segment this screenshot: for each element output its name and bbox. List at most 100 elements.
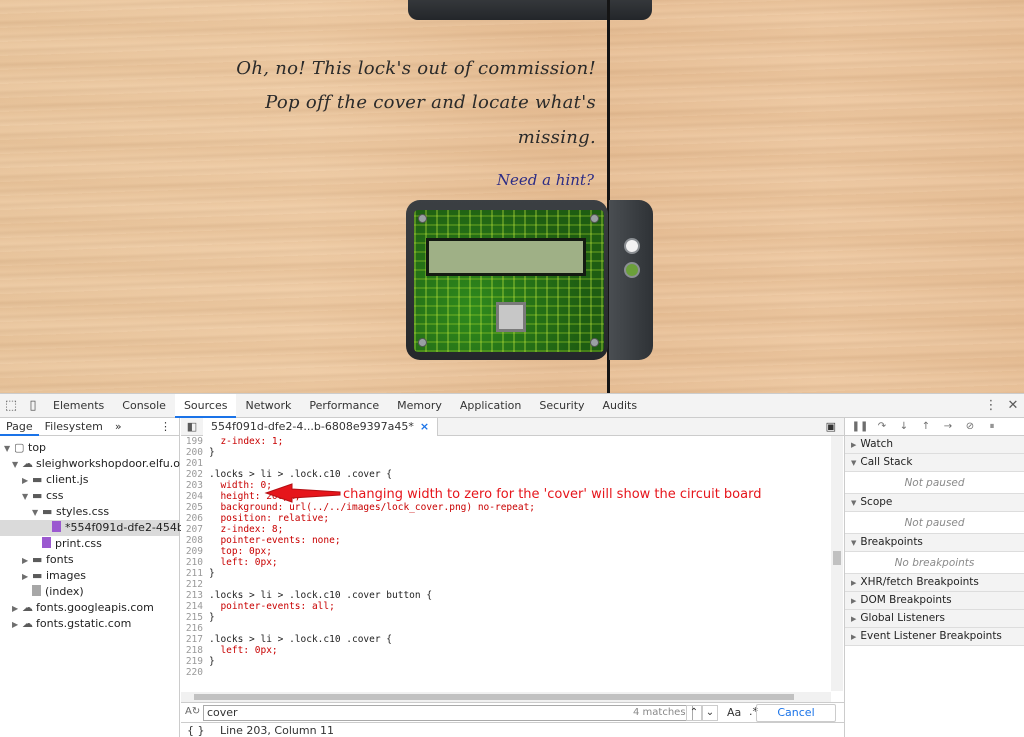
tree-item-styles-css[interactable]: ▼ ▬ styles.css [32,504,109,520]
tab-performance[interactable]: Performance [300,394,388,418]
line-number: 220 [185,667,203,678]
tree-item-gstatic[interactable]: ▶ ☁ fonts.gstatic.com [12,616,131,632]
close-tab-icon[interactable]: × [420,420,429,433]
tree-item-selected-file[interactable]: *554f091d-dfe2-454b-836 [0,520,209,536]
code-line: } [209,612,215,623]
code-line: } [209,447,215,458]
code-line: .locks > li > .lock.c10 .cover { [209,634,393,645]
breakpoints-status: No breakpoints [845,552,1024,574]
more-tabs-icon[interactable]: » [109,418,128,436]
tree-item-googleapis[interactable]: ▶ ☁ fonts.googleapis.com [12,600,154,616]
tab-console[interactable]: Console [113,394,175,418]
tab-sources[interactable]: Sources [174,393,237,418]
tab-audits[interactable]: Audits [594,394,647,418]
code-line: background: url(../../images/lock_cover.… [209,502,536,513]
folder-icon: ▬ [32,553,43,566]
unlock-button[interactable] [496,302,526,332]
search-next-icon[interactable]: ⌄ [702,705,718,721]
line-number: 214 [185,601,203,612]
cancel-search-button[interactable]: Cancel [756,704,836,722]
line-number: 213 [185,590,203,601]
tab-application[interactable]: Application [451,394,530,418]
search-prev-icon[interactable]: ⌃ [686,705,702,721]
inspect-icon[interactable]: ⬚ [0,394,22,418]
code-line: } [209,568,215,579]
search-input[interactable]: cover [203,705,693,721]
pause-icon[interactable]: ❚❚ [849,421,871,432]
code-line: top: 0px; [209,546,272,557]
tab-memory[interactable]: Memory [388,394,451,418]
lock-message-line-2: Pop off the cover and locate what's [265,92,596,113]
tree-item-print-css[interactable]: print.css [42,536,102,552]
section-event-listener-breakpoints[interactable]: ▶ Event Listener Breakpoints [845,628,1024,646]
code-line: .locks > li > .lock.c10 .cover button { [209,590,433,601]
tab-security[interactable]: Security [530,394,593,418]
nav-tab-page[interactable]: Page [0,418,39,436]
pause-exceptions-icon[interactable]: ⏸ [981,421,1003,432]
section-call-stack[interactable]: ▼ Call Stack [845,454,1024,472]
cloud-icon: ☁ [22,601,33,614]
folder-icon: ▬ [42,505,53,518]
more-options-icon[interactable]: ⋮ [980,394,1002,418]
section-breakpoints[interactable]: ▼ Breakpoints [845,534,1024,552]
tree-item-top[interactable]: ▼ ▢ top [4,440,46,456]
editor-vertical-scrollbar[interactable] [831,436,843,691]
devtools-tabbar: ⬚ ▯ Elements Console Sources Network Per… [0,393,1024,418]
led-green-indicator [624,262,640,278]
step-icon[interactable]: → [937,421,959,432]
nav-tab-filesystem[interactable]: Filesystem [39,418,109,436]
tree-item-index[interactable]: (index) [32,584,84,600]
close-icon[interactable]: ✕ [1002,394,1024,418]
line-number: 210 [185,557,203,568]
section-scope[interactable]: ▼ Scope [845,494,1024,512]
line-number: 205 [185,502,203,513]
code-area[interactable]: 199 z-index: 1; 200 } 201 202 .locks > l… [181,436,831,691]
tab-network[interactable]: Network [236,394,300,418]
toggle-debugger-icon[interactable]: ▣ [826,420,844,433]
line-number: 209 [185,546,203,557]
line-number: 219 [185,656,203,667]
section-global-listeners[interactable]: ▶ Global Listeners [845,610,1024,628]
lcd-display [426,238,586,276]
code-line: pointer-events: all; [209,601,335,612]
step-over-icon[interactable]: ↷ [871,421,893,432]
tree-item-client-js[interactable]: ▶ ▬ client.js [22,472,89,488]
replace-toggle-icon[interactable]: A↻ [185,706,200,717]
tree-item-css[interactable]: ▼ ▬ css [22,488,64,504]
editor-horizontal-scrollbar[interactable] [181,692,831,702]
line-number: 204 [185,491,203,502]
tree-item-fonts[interactable]: ▶ ▬ fonts [22,552,74,568]
step-out-icon[interactable]: ↑ [915,421,937,432]
more-options-icon[interactable]: ⋮ [160,420,179,433]
deactivate-breakpoints-icon[interactable]: ⊘ [959,421,981,432]
tab-elements[interactable]: Elements [44,394,113,418]
format-icon[interactable]: { } [187,724,205,737]
section-watch[interactable]: ▶ Watch [845,436,1024,454]
code-line: z-index: 8; [209,524,284,535]
search-bar: A↻ cover 4 matches ⌃ ⌄ Aa .* Cancel [181,702,844,722]
file-icon [32,585,41,596]
lock-message-line-1: Oh, no! This lock's out of commission! [236,58,596,79]
cursor-position: Line 203, Column 11 [220,724,335,737]
file-navigator: Page Filesystem » ⋮ ▼ ▢ top ▼ ☁ sleighworksh… [0,418,209,737]
code-line: height: 200px; [209,491,301,502]
toggle-navigator-icon[interactable]: ◧ [181,418,203,436]
editor-status-bar: { } Line 203, Column 11 [181,722,844,737]
tree-item-domain[interactable]: ▼ ☁ sleighworkshopdoor.elfu.org [12,456,191,472]
lock-message-line-3: missing. [517,127,596,148]
section-xhr-breakpoints[interactable]: ▶ XHR/fetch Breakpoints [845,574,1024,592]
debugger-sidebar: ❚❚ ↷ ↓ ↑ → ⊘ ⏸ ▶ Watch ▼ Call Stack Not pa… [844,418,1024,737]
match-case-icon[interactable]: Aa [727,706,741,719]
lock-side-panel [609,200,653,360]
editor-file-tab[interactable]: 554f091d-dfe2-4...b-6808e9397a45* × [203,417,439,436]
code-line: width: 0; [209,480,272,491]
step-into-icon[interactable]: ↓ [893,421,915,432]
code-line: .locks > li > .lock.c10 .cover { [209,469,393,480]
section-dom-breakpoints[interactable]: ▶ DOM Breakpoints [845,592,1024,610]
device-toolbar-icon[interactable]: ▯ [22,394,44,418]
line-number: 218 [185,645,203,656]
hint-link[interactable]: Need a hint? [497,171,594,189]
devtools-panel: ⬚ ▯ Elements Console Sources Network Per… [0,393,1024,737]
tree-item-images[interactable]: ▶ ▬ images [22,568,86,584]
match-count: 4 matches [633,707,686,718]
